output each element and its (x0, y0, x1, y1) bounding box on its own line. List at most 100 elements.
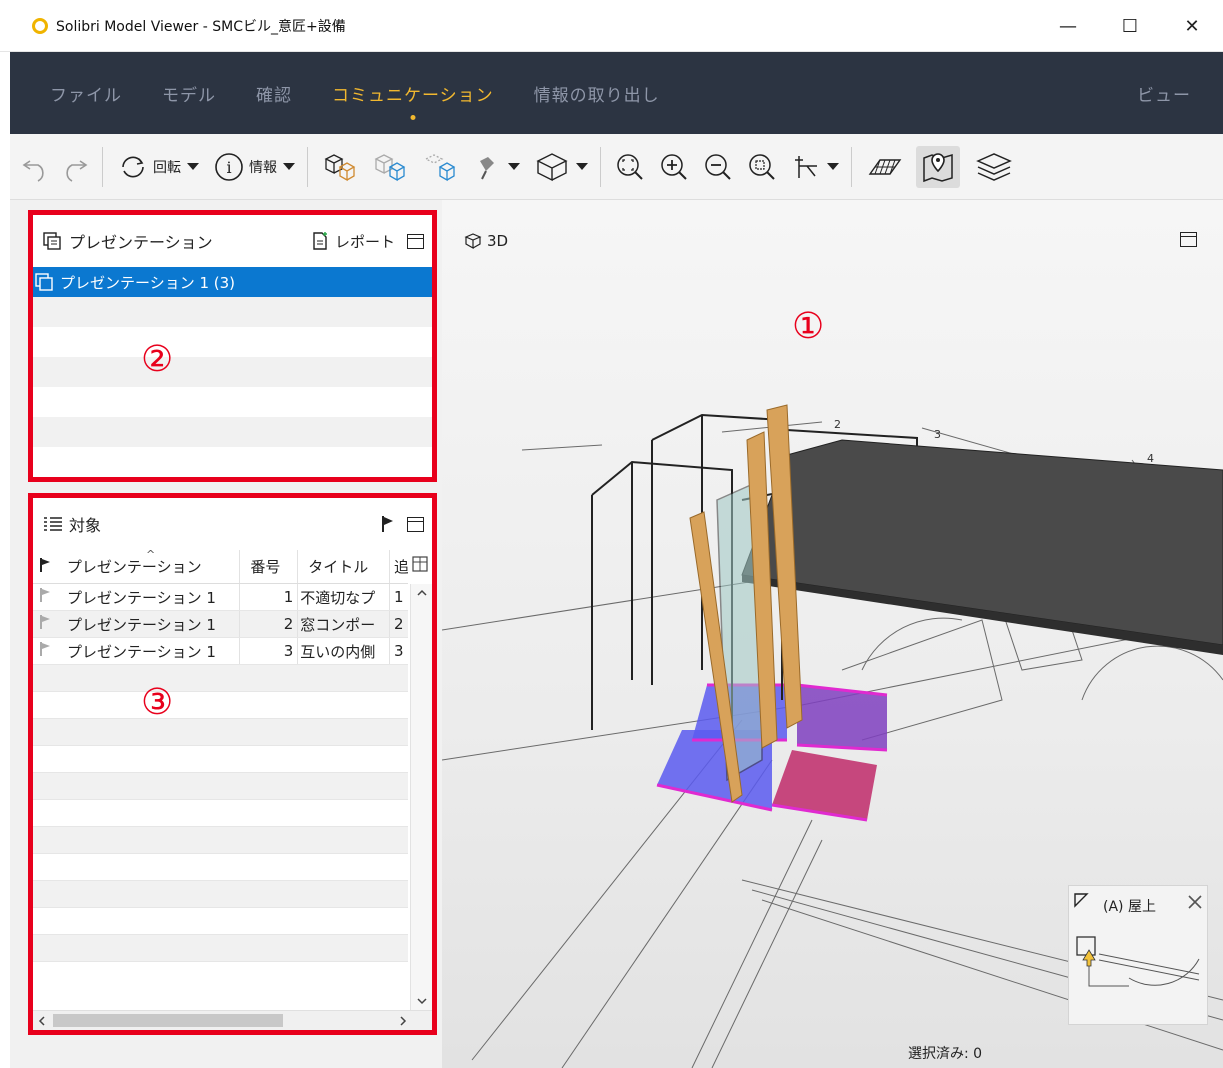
empty-row (33, 387, 432, 417)
close-button[interactable]: ✕ (1161, 0, 1223, 52)
view-mode-text: 3D (487, 232, 509, 250)
flag-column-header[interactable] (33, 557, 63, 577)
zoom-fit-button[interactable] (615, 152, 645, 182)
cell-number: 2 (240, 611, 299, 637)
empty-row (33, 447, 432, 477)
sort-ascending-icon: ^ (146, 548, 156, 561)
measure-dropdown-icon[interactable] (827, 163, 839, 170)
view-mode-label[interactable]: 3D (464, 232, 508, 250)
toolbar-separator (851, 146, 852, 187)
menu-communication[interactable]: コミュニケーション (332, 81, 494, 106)
menu-file[interactable]: ファイル (50, 81, 122, 106)
zoom-selection-button[interactable] (747, 152, 777, 182)
cell-extra: 3 (394, 642, 404, 660)
list-icon (44, 517, 62, 531)
empty-row (33, 692, 408, 719)
info-button[interactable]: i 情報 (213, 151, 295, 183)
annotation-number-2: ② (141, 339, 174, 380)
hide-components-button[interactable] (372, 151, 408, 183)
measure-button[interactable] (791, 152, 839, 182)
flag-icon (40, 588, 50, 602)
flag-icon (40, 557, 50, 572)
flag-icon (40, 642, 50, 656)
section-plane-button[interactable] (866, 152, 902, 182)
maximize-panel-icon[interactable] (407, 516, 424, 532)
menu-model[interactable]: モデル (162, 81, 216, 106)
info-dropdown-icon[interactable] (283, 163, 295, 170)
empty-row (33, 357, 432, 387)
components-icon (324, 153, 356, 181)
maximize-button[interactable]: ☐ (1099, 0, 1161, 52)
column-chooser-icon[interactable] (412, 556, 428, 572)
minimize-button[interactable]: — (1037, 0, 1099, 52)
view-cube-button[interactable] (534, 151, 588, 183)
rotate-label: 回転 (153, 159, 181, 176)
empty-row (33, 908, 408, 935)
scroll-left-icon[interactable] (35, 1012, 49, 1030)
scroll-up-icon[interactable] (412, 586, 432, 600)
toolbar-separator (102, 146, 103, 187)
empty-row (33, 665, 408, 692)
svg-text:4: 4 (1147, 452, 1154, 465)
map-pin-button[interactable] (916, 145, 960, 188)
presentation-panel-header: プレゼンテーション レポート (33, 215, 432, 267)
minimap-close-icon[interactable] (1187, 894, 1203, 910)
cell-presentation: プレゼンテーション 1 (63, 584, 241, 610)
horizontal-scrollbar[interactable] (33, 1010, 432, 1030)
layers-button[interactable] (974, 151, 1014, 183)
vertical-scrollbar[interactable] (410, 584, 432, 1010)
rotate-button[interactable]: 回転 (117, 151, 199, 183)
menu-information-takeoff[interactable]: 情報の取り出し (534, 81, 660, 106)
redo-icon (66, 159, 88, 182)
cell-title: 窓コンポー (298, 611, 391, 637)
presentation-item-label: プレゼンテーション 1 (3) (60, 273, 236, 292)
paint-dropdown-icon[interactable] (508, 163, 520, 170)
empty-row (33, 297, 432, 327)
paint-button[interactable] (472, 151, 520, 183)
cell-extra: 2 (394, 615, 404, 633)
maximize-panel-icon[interactable] (407, 233, 424, 249)
targets-panel-header: 対象 (33, 498, 432, 550)
redo-button[interactable] (58, 151, 90, 183)
isolate-components-button[interactable] (422, 151, 458, 183)
table-row[interactable]: プレゼンテーション 1 2 窓コンポー 2 (33, 611, 408, 638)
cell-number: 3 (240, 638, 299, 664)
minimap-title: (A) 屋上 (1103, 899, 1156, 915)
scroll-down-icon[interactable] (412, 994, 432, 1008)
flag-icon[interactable] (381, 515, 395, 533)
table-row[interactable]: プレゼンテーション 1 1 不適切なプ 1 (33, 584, 408, 611)
scroll-right-icon[interactable] (396, 1012, 410, 1030)
solibri-logo-icon (32, 17, 48, 34)
minimap[interactable]: (A) 屋上 (1068, 885, 1208, 1025)
targets-panel: 対象 ^ プレゼンテーション 番号 タイトル 追 プレゼンテーション 1 1 不… (28, 493, 437, 1035)
menu-view[interactable]: ビュー (1137, 81, 1191, 106)
measure-icon (795, 155, 817, 178)
rotate-dropdown-icon[interactable] (187, 163, 199, 170)
maximize-viewport-icon[interactable] (1180, 232, 1197, 247)
cell-title: 不適切なプ (298, 584, 391, 610)
table-row[interactable]: プレゼンテーション 1 3 互いの内側 3 (33, 638, 408, 665)
zoom-out-button[interactable] (703, 152, 733, 182)
menu-check[interactable]: 確認 (256, 81, 292, 106)
zoom-in-button[interactable] (659, 152, 689, 182)
horizontal-scroll-thumb[interactable] (53, 1014, 283, 1027)
presentation-panel: プレゼンテーション レポート プレゼンテーション 1 (3) ② (28, 210, 437, 482)
report-button[interactable]: レポート (335, 231, 395, 252)
svg-text:i: i (226, 158, 231, 177)
undo-button[interactable] (20, 151, 52, 183)
column-header-number[interactable]: 番号 (240, 550, 299, 583)
flag-icon (40, 615, 50, 629)
hide-components-icon (374, 153, 406, 181)
select-components-button[interactable] (322, 151, 358, 183)
report-icon[interactable] (311, 231, 329, 251)
empty-row (33, 827, 408, 854)
empty-row (33, 719, 408, 746)
column-header-title[interactable]: タイトル (298, 550, 391, 583)
zoom-out-icon (705, 153, 731, 180)
cell-title: 互いの内側 (298, 638, 391, 664)
column-header-extra[interactable]: 追 (390, 550, 408, 583)
view-dropdown-icon[interactable] (576, 163, 588, 170)
minimap-expand-icon[interactable] (1073, 892, 1089, 908)
3d-viewport[interactable]: 2 3 4 3D ① (A) 屋上 選択済み: 0 (442, 200, 1223, 1068)
presentation-list-item[interactable]: プレゼンテーション 1 (3) (33, 267, 432, 297)
